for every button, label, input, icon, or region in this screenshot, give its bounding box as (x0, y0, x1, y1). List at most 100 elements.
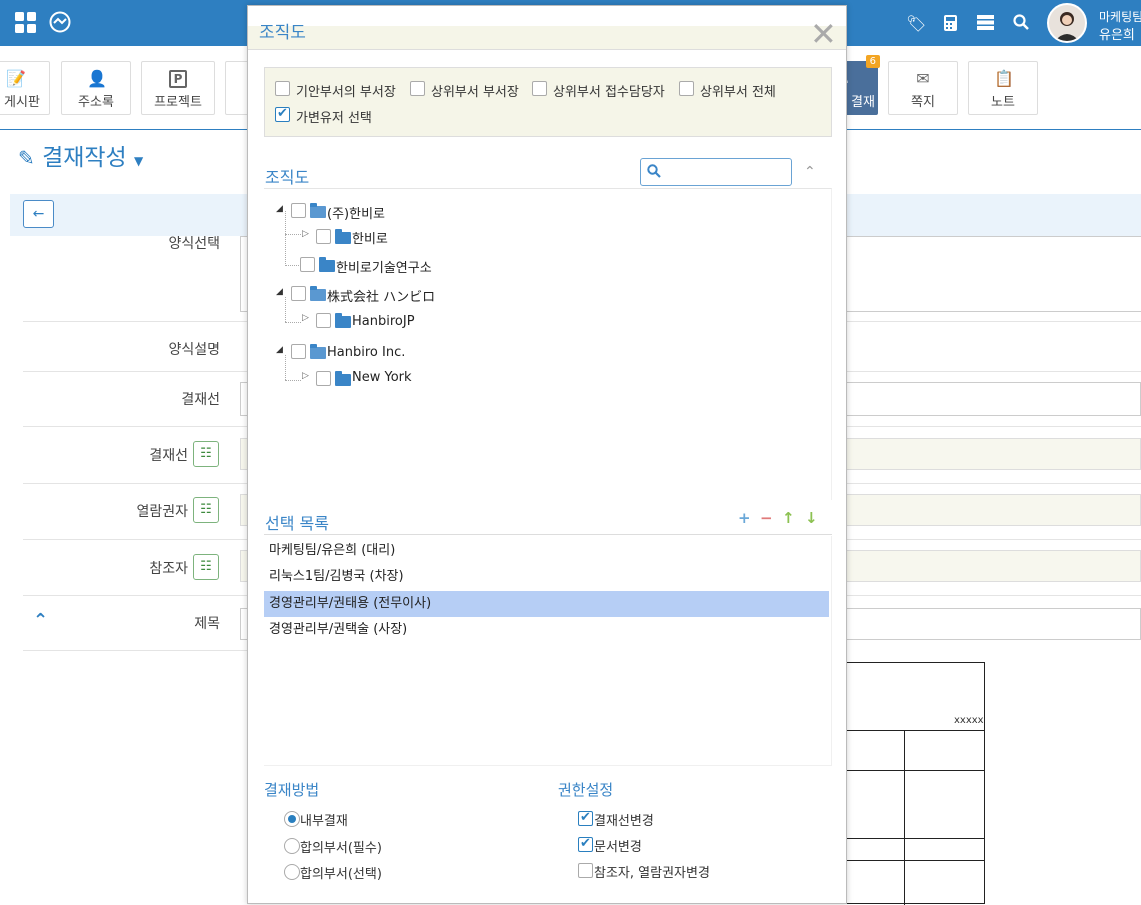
form-select-label: 양식선택 (168, 236, 220, 252)
tree-checkbox[interactable] (316, 313, 331, 328)
back-button[interactable]: ← (23, 200, 54, 228)
form-desc-label: 양식설명 (168, 342, 220, 358)
tree-node[interactable]: New York (352, 370, 412, 385)
viewer-org-button[interactable]: ☷ (193, 497, 219, 523)
tree-checkbox[interactable] (316, 371, 331, 386)
tree-expand-icon[interactable]: ◢ (276, 204, 283, 214)
tree-checkbox[interactable] (291, 344, 306, 359)
tree-node[interactable]: HanbiroJP (352, 314, 415, 329)
document-approval-table (846, 662, 985, 905)
tree-checkbox[interactable] (291, 203, 306, 218)
option-checkbox[interactable] (410, 81, 425, 96)
tree-node[interactable]: (주)한비로 (327, 203, 385, 222)
folder-icon (335, 371, 351, 386)
tree-collapsed-icon[interactable]: ▷ (302, 313, 309, 323)
server-icon[interactable] (977, 15, 994, 30)
note-icon: 📋 (994, 69, 1014, 88)
remove-icon[interactable]: − (760, 509, 773, 527)
move-down-icon[interactable]: ↓ (805, 509, 818, 527)
chevron-up-icon[interactable]: ⌃ (804, 164, 816, 180)
tree-expand-icon[interactable]: ◢ (276, 287, 283, 297)
avatar[interactable] (1047, 3, 1087, 43)
perm-title: 권한설정 (558, 781, 614, 799)
toolbar-note-button[interactable]: 📋 노트 (968, 61, 1038, 115)
folder-icon (335, 313, 351, 328)
viewer-label: 열람권자 (136, 504, 188, 520)
tree-node[interactable]: 株式会社 ハンビロ (327, 286, 435, 305)
folder-icon (319, 257, 335, 272)
list-item[interactable]: 마케팅팀/유은희 (대리) (264, 538, 829, 564)
board-icon: 📝 (6, 69, 26, 88)
dialog-header (248, 26, 846, 50)
page-title[interactable]: ✎ 결재작성 ▼ (18, 138, 143, 172)
tree-node[interactable]: 한비로기술연구소 (336, 257, 432, 276)
toolbar-contacts-button[interactable]: 👤 주소록 (61, 61, 131, 115)
option-checkbox[interactable] (275, 106, 290, 122)
folder-open-icon (310, 344, 326, 359)
method-radio[interactable] (284, 811, 300, 827)
option-checkboxes: 기안부서의 부서장 상위부서 부서장 상위부서 접수담당자 상위부서 전체 가변… (264, 67, 832, 137)
list-item-selected[interactable]: 경영관리부/권태용 (전무이사) (264, 591, 829, 617)
message-icon: ✉ (916, 69, 930, 88)
folder-open-icon (310, 203, 326, 218)
option-checkbox[interactable] (275, 81, 290, 96)
pencil-icon: ✎ (18, 146, 35, 170)
search-icon[interactable] (1013, 14, 1029, 30)
subject-label: 제목 (194, 616, 220, 632)
perm-checkbox[interactable] (578, 836, 593, 852)
tree-node[interactable]: Hanbiro Inc. (327, 345, 405, 360)
divider (264, 534, 832, 535)
list-item[interactable]: 경영관리부/권택술 (사장) (264, 617, 829, 643)
org-tree: ◢ (주)한비로 ▷ 한비로 한비로기술연구소 ◢ 株式会社 ハンビロ ▷ Ha… (264, 188, 832, 500)
project-icon: P (169, 70, 187, 88)
tree-collapsed-icon[interactable]: ▷ (302, 371, 309, 381)
search-icon (647, 164, 661, 182)
doc-placeholder-text: xxxxx (954, 715, 984, 726)
toolbar-board-button[interactable]: 📝 게시판 (0, 61, 50, 115)
user-profile[interactable]: 마케팅팀 유은희 (1046, 2, 1141, 44)
tree-checkbox[interactable] (316, 229, 331, 244)
reference-label: 참조자 (149, 561, 188, 577)
reference-org-button[interactable]: ☷ (193, 554, 219, 580)
approval-badge: 6 (865, 55, 880, 68)
caret-down-icon: ▼ (134, 154, 144, 168)
divider (23, 650, 253, 651)
selected-list-title: 선택 목록 (265, 514, 329, 533)
user-name: 유은희 (1099, 28, 1135, 43)
approval-line-select-label: 결재선 (181, 392, 220, 408)
user-team: 마케팅팀 (1099, 10, 1141, 24)
move-up-icon[interactable]: ↑ (782, 509, 795, 527)
selected-list: 마케팅팀/유은희 (대리) 리눅스1팀/김병국 (차장) 경영관리부/권태용 (… (264, 536, 832, 766)
toolbar-project-button[interactable]: P 프로젝트 (141, 61, 215, 115)
method-radio[interactable] (284, 838, 300, 854)
close-icon[interactable]: ✕ (810, 18, 837, 50)
org-section-title: 조직도 (265, 168, 310, 187)
add-icon[interactable]: + (738, 509, 751, 527)
approval-line-label: 결재선 (149, 448, 188, 464)
collapse-up-icon[interactable]: ⌃ (33, 610, 48, 631)
option-checkbox[interactable] (679, 81, 694, 96)
toolbar-message-button[interactable]: ✉ 쪽지 (888, 61, 958, 115)
perm-checkbox[interactable] (578, 863, 593, 878)
contacts-icon: 👤 (87, 69, 107, 88)
logo-icon[interactable] (49, 11, 71, 33)
apps-grid-icon[interactable] (15, 12, 37, 34)
method-title: 결재방법 (264, 781, 320, 799)
tree-checkbox[interactable] (300, 257, 315, 272)
dialog-title: 조직도 (259, 23, 306, 43)
folder-icon (335, 229, 351, 244)
tree-expand-icon[interactable]: ◢ (276, 345, 283, 355)
tree-checkbox[interactable] (291, 286, 306, 301)
folder-open-icon (310, 286, 326, 301)
list-item[interactable]: 리눅스1팀/김병국 (차장) (264, 564, 829, 590)
tag-icon[interactable]: 🏷 (906, 14, 926, 33)
perm-checkbox[interactable] (578, 810, 593, 826)
tree-collapsed-icon[interactable]: ▷ (302, 229, 309, 239)
calculator-icon[interactable] (943, 14, 958, 32)
option-checkbox[interactable] (532, 81, 547, 96)
tree-node[interactable]: 한비로 (352, 228, 388, 247)
method-radio[interactable] (284, 864, 300, 880)
approval-line-org-button[interactable]: ☷ (193, 441, 219, 467)
org-chart-dialog: 조직도 ✕ 기안부서의 부서장 상위부서 부서장 상위부서 접수담당자 상위부서… (247, 5, 847, 904)
org-search-input[interactable] (640, 158, 792, 186)
